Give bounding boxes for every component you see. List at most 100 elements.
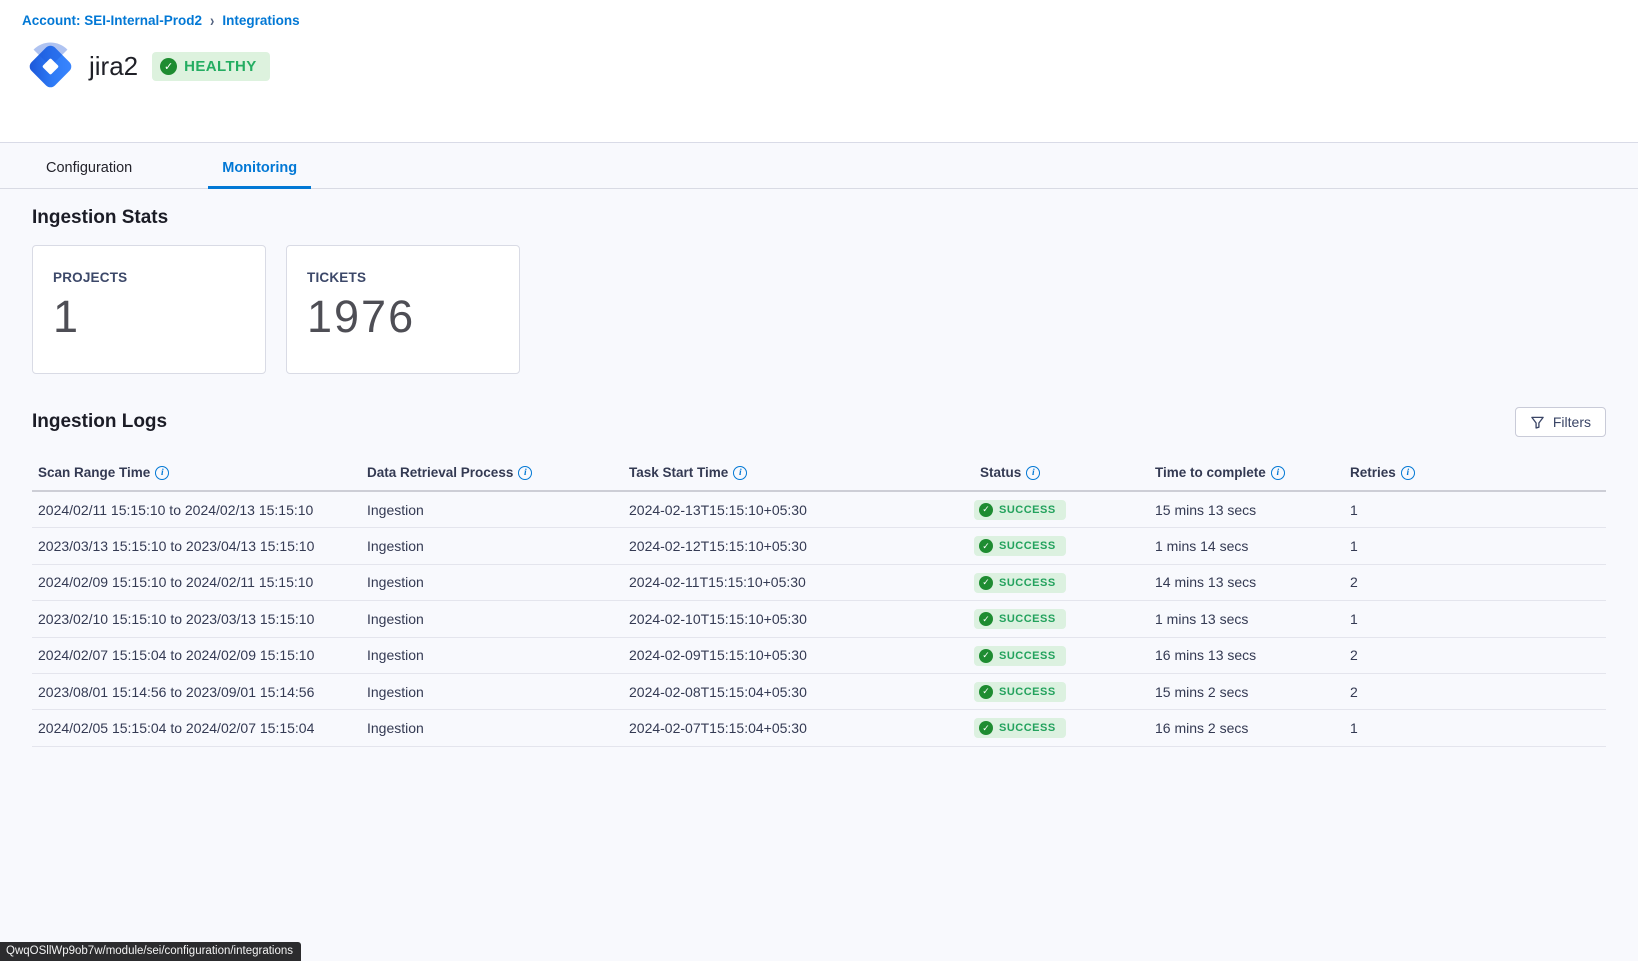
table-row: 2024/02/09 15:15:10 to 2024/02/11 15:15:…: [32, 565, 1606, 601]
task-start-time-cell: 2024-02-12T15:15:10+05:30: [623, 538, 950, 554]
status-label: SUCCESS: [999, 504, 1056, 516]
time-to-complete-cell: 16 mins 13 secs: [1149, 647, 1344, 663]
status-cell: ✓ SUCCESS: [950, 536, 1149, 557]
retries-cell: 1: [1344, 502, 1606, 518]
status-label: SUCCESS: [999, 613, 1056, 625]
status-label: SUCCESS: [999, 577, 1056, 589]
retries-cell: 1: [1344, 720, 1606, 736]
ingestion-logs-title: Ingestion Logs: [32, 411, 167, 433]
data-retrieval-process-cell: Ingestion: [361, 647, 623, 663]
check-circle-icon: ✓: [979, 503, 993, 517]
check-circle-icon: ✓: [979, 685, 993, 699]
table-row: 2023/08/01 15:14:56 to 2023/09/01 15:14:…: [32, 674, 1606, 710]
retries-cell: 1: [1344, 611, 1606, 627]
scan-range-time-cell: 2024/02/09 15:15:10 to 2024/02/11 15:15:…: [32, 574, 361, 590]
column-header-time-to-complete: Time to complete i: [1149, 465, 1344, 480]
check-circle-icon: ✓: [160, 58, 177, 75]
scan-range-time-cell: 2024/02/11 15:15:10 to 2024/02/13 15:15:…: [32, 502, 361, 518]
tab-monitoring[interactable]: Monitoring: [208, 148, 311, 188]
data-retrieval-process-cell: Ingestion: [361, 538, 623, 554]
stat-value: 1: [53, 291, 265, 343]
task-start-time-cell: 2024-02-13T15:15:10+05:30: [623, 502, 950, 518]
time-to-complete-cell: 15 mins 2 secs: [1149, 684, 1344, 700]
data-retrieval-process-cell: Ingestion: [361, 502, 623, 518]
main-content: Ingestion Stats PROJECTS 1 TICKETS 1976 …: [0, 189, 1638, 747]
task-start-time-cell: 2024-02-08T15:15:04+05:30: [623, 684, 950, 700]
breadcrumb-account-link[interactable]: Account: SEI-Internal-Prod2: [22, 13, 202, 28]
info-circle-icon[interactable]: i: [155, 466, 169, 480]
column-header-status: Status i: [950, 465, 1149, 480]
chevron-right-icon: ›: [210, 11, 214, 30]
check-circle-icon: ✓: [979, 649, 993, 663]
data-retrieval-process-cell: Ingestion: [361, 720, 623, 736]
breadcrumb-integrations-link[interactable]: Integrations: [222, 13, 299, 28]
table-row: 2024/02/11 15:15:10 to 2024/02/13 15:15:…: [32, 492, 1606, 528]
retries-cell: 2: [1344, 647, 1606, 663]
logs-header: Ingestion Logs Filters: [32, 407, 1606, 437]
column-header-scan-range-time: Scan Range Time i: [32, 465, 361, 480]
scan-range-time-cell: 2024/02/07 15:15:04 to 2024/02/09 15:15:…: [32, 647, 361, 663]
funnel-icon: [1530, 415, 1545, 430]
status-badge: ✓ SUCCESS: [974, 500, 1066, 520]
status-cell: ✓ SUCCESS: [950, 681, 1149, 702]
retries-cell: 1: [1344, 538, 1606, 554]
time-to-complete-cell: 14 mins 13 secs: [1149, 574, 1344, 590]
time-to-complete-cell: 15 mins 13 secs: [1149, 502, 1344, 518]
status-badge: ✓ SUCCESS: [974, 573, 1066, 593]
status-badge: ✓ SUCCESS: [974, 682, 1066, 702]
table-row: 2024/02/05 15:15:04 to 2024/02/07 15:15:…: [32, 710, 1606, 746]
check-circle-icon: ✓: [979, 576, 993, 590]
stats-cards: PROJECTS 1 TICKETS 1976: [32, 245, 1606, 374]
scan-range-time-cell: 2023/02/10 15:15:10 to 2023/03/13 15:15:…: [32, 611, 361, 627]
status-cell: ✓ SUCCESS: [950, 609, 1149, 630]
check-circle-icon: ✓: [979, 612, 993, 626]
task-start-time-cell: 2024-02-07T15:15:04+05:30: [623, 720, 950, 736]
table-row: 2023/03/13 15:15:10 to 2023/04/13 15:15:…: [32, 528, 1606, 564]
status-cell: ✓ SUCCESS: [950, 645, 1149, 666]
status-cell: ✓ SUCCESS: [950, 718, 1149, 739]
page-title: jira2: [89, 51, 138, 82]
breadcrumb: Account: SEI-Internal-Prod2 › Integratio…: [22, 13, 1616, 28]
stat-value: 1976: [307, 291, 519, 343]
time-to-complete-cell: 16 mins 2 secs: [1149, 720, 1344, 736]
task-start-time-cell: 2024-02-09T15:15:10+05:30: [623, 647, 950, 663]
retries-cell: 2: [1344, 574, 1606, 590]
filters-button[interactable]: Filters: [1515, 407, 1606, 437]
stat-label: TICKETS: [307, 270, 519, 285]
tab-bar: Configuration Monitoring: [0, 143, 1638, 189]
data-retrieval-process-cell: Ingestion: [361, 611, 623, 627]
table-header-row: Scan Range Time i Data Retrieval Process…: [32, 459, 1606, 492]
column-header-task-start-time: Task Start Time i: [623, 465, 950, 480]
status-badge: ✓ SUCCESS: [974, 646, 1066, 666]
stat-card-projects: PROJECTS 1: [32, 245, 266, 374]
info-circle-icon[interactable]: i: [1401, 466, 1415, 480]
ingestion-stats-title: Ingestion Stats: [32, 207, 1606, 229]
status-label: SUCCESS: [999, 686, 1056, 698]
scan-range-time-cell: 2023/08/01 15:14:56 to 2023/09/01 15:14:…: [32, 684, 361, 700]
status-badge: ✓ SUCCESS: [974, 609, 1066, 629]
tab-configuration[interactable]: Configuration: [32, 148, 146, 188]
info-circle-icon[interactable]: i: [733, 466, 747, 480]
task-start-time-cell: 2024-02-11T15:15:10+05:30: [623, 574, 950, 590]
page-header: Account: SEI-Internal-Prod2 › Integratio…: [0, 0, 1638, 143]
time-to-complete-cell: 1 mins 14 secs: [1149, 538, 1344, 554]
jira-logo-icon: [22, 38, 79, 95]
check-circle-icon: ✓: [979, 539, 993, 553]
status-cell: ✓ SUCCESS: [950, 572, 1149, 593]
status-cell: ✓ SUCCESS: [950, 499, 1149, 520]
task-start-time-cell: 2024-02-10T15:15:10+05:30: [623, 611, 950, 627]
data-retrieval-process-cell: Ingestion: [361, 684, 623, 700]
retries-cell: 2: [1344, 684, 1606, 700]
status-badge: ✓ SUCCESS: [974, 536, 1066, 556]
info-circle-icon[interactable]: i: [1271, 466, 1285, 480]
column-header-retries: Retries i: [1344, 465, 1606, 480]
status-badge: ✓ SUCCESS: [974, 718, 1066, 738]
data-retrieval-process-cell: Ingestion: [361, 574, 623, 590]
info-circle-icon[interactable]: i: [1026, 466, 1040, 480]
status-label: SUCCESS: [999, 650, 1056, 662]
info-circle-icon[interactable]: i: [518, 466, 532, 480]
health-status-label: HEALTHY: [184, 58, 257, 75]
health-status-badge: ✓ HEALTHY: [152, 52, 270, 81]
status-bar-url-preview: QwqOSllWp9ob7w/module/sei/configuration/…: [0, 942, 301, 961]
integration-title-row: jira2 ✓ HEALTHY: [22, 38, 1616, 95]
